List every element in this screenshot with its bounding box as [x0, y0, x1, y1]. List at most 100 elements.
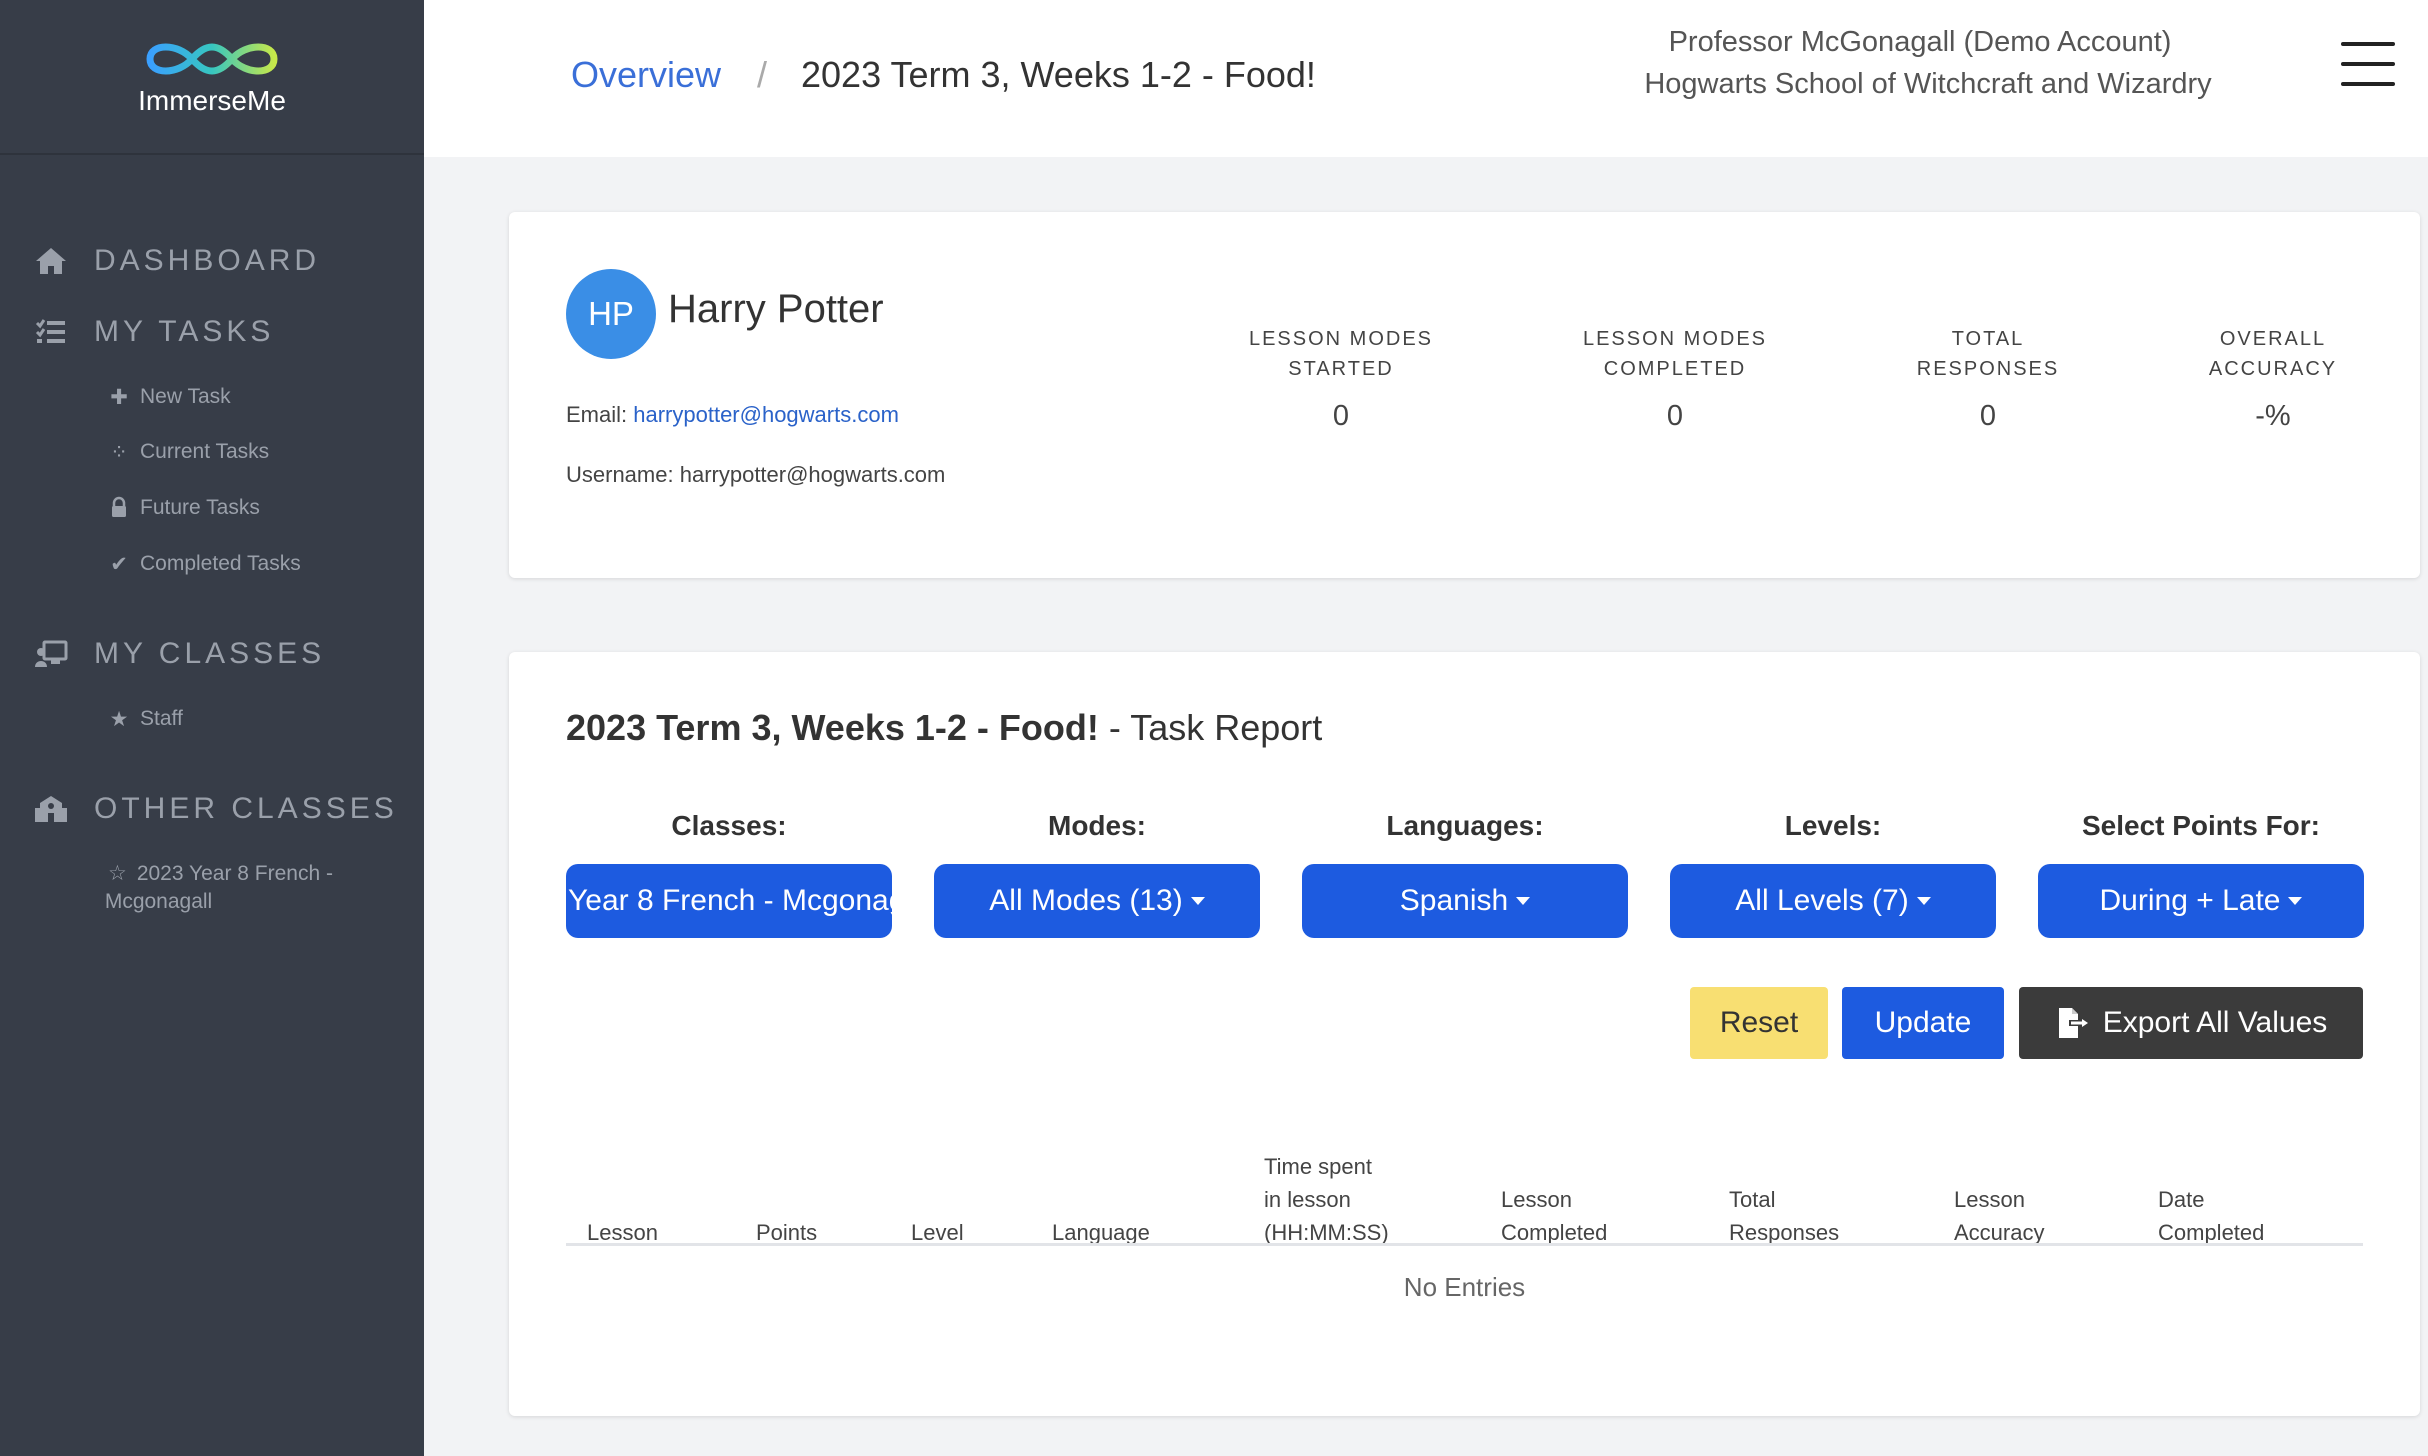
caret-down-icon	[1190, 897, 1205, 905]
modes-dropdown[interactable]: All Modes (13)	[934, 864, 1260, 938]
sidebar-item-other-class[interactable]: ☆ 2023 Year 8 French - Mcgonagall	[104, 860, 378, 916]
sidebar-item-label: 2023 Year 8 French - Mcgonagall	[104, 862, 333, 913]
sidebar-item-label: Future Tasks	[140, 496, 260, 519]
filter-classes: Classes: Year 8 French - Mcgonagall	[566, 810, 892, 938]
stat-value: 0	[1666, 400, 1684, 432]
sidebar-item-my-tasks[interactable]: MY TASKS	[34, 315, 274, 349]
caret-down-icon	[2288, 897, 2303, 905]
report-task-name: 2023 Term 3, Weeks 1-2 - Food!	[566, 707, 1099, 748]
task-list-icon	[35, 319, 65, 343]
dropdown-value: During + Late	[2099, 884, 2281, 917]
student-email: Email: harrypotter@hogwarts.com	[566, 402, 899, 428]
stat-value: -%	[2255, 400, 2291, 432]
filter-label: Levels:	[1784, 810, 1882, 841]
breadcrumb-current: 2023 Term 3, Weeks 1-2 - Food!	[801, 54, 1316, 95]
sidebar-item-completed-tasks[interactable]: ✔ Completed Tasks	[108, 552, 301, 577]
classes-dropdown[interactable]: Year 8 French - Mcgonagall	[566, 864, 892, 938]
points-dropdown[interactable]: During + Late	[2038, 864, 2364, 938]
spinner-icon: ⁘	[110, 441, 128, 464]
star-icon: ★	[109, 708, 129, 731]
immerseme-logo-icon	[146, 43, 278, 74]
stat-label: TOTAL RESPONSES	[1916, 328, 2060, 380]
logo-text: ImmerseMe	[138, 84, 286, 116]
user-name: Professor McGonagall (Demo Account)	[1668, 26, 2172, 58]
sidebar-item-new-task[interactable]: ✚ New Task	[108, 385, 231, 410]
column-header-lesson-accuracy[interactable]: Lesson Accuracy	[1954, 1183, 2044, 1249]
languages-dropdown[interactable]: Spanish	[1302, 864, 1628, 938]
stat-label: OVERALL ACCURACY	[2208, 328, 2338, 380]
school-icon	[35, 796, 67, 822]
report-title: 2023 Term 3, Weeks 1-2 - Food! - Task Re…	[566, 707, 1322, 749]
caret-down-icon	[1516, 897, 1531, 905]
dropdown-value: All Levels (7)	[1735, 884, 1909, 917]
teacher-board-icon	[35, 640, 68, 667]
stat-lesson-modes-completed: LESSON MODES COMPLETED 0	[1545, 324, 1805, 433]
email-label: Email:	[566, 402, 628, 427]
avatar: HP	[566, 269, 656, 359]
sidebar-item-dashboard[interactable]: DASHBOARD	[34, 244, 320, 278]
user-school: Hogwarts School of Witchcraft and Wizard…	[1644, 68, 2212, 100]
plus-icon: ✚	[110, 386, 128, 409]
stat-overall-accuracy: OVERALL ACCURACY -%	[2143, 324, 2403, 433]
sidebar-item-other-classes[interactable]: OTHER CLASSES	[34, 792, 398, 826]
reset-button[interactable]: Reset	[1690, 987, 1828, 1059]
sidebar-item-my-classes[interactable]: MY CLASSES	[34, 637, 325, 671]
filter-levels: Levels: All Levels (7)	[1670, 810, 1996, 938]
breadcrumb-overview-link[interactable]: Overview	[571, 54, 721, 96]
sidebar-item-class-staff[interactable]: ★ Staff	[108, 707, 183, 732]
filter-label: Modes:	[1048, 810, 1146, 841]
empty-state-text: No Entries	[1403, 1272, 1526, 1302]
stat-value: 0	[1979, 400, 1997, 432]
logo[interactable]: ImmerseMe	[0, 0, 424, 155]
report-title-suffix: - Task Report	[1098, 707, 1323, 748]
sidebar-item-current-tasks[interactable]: ⁘ Current Tasks	[108, 440, 269, 465]
column-header-lesson-completed[interactable]: Lesson Completed	[1501, 1183, 1607, 1249]
email-link[interactable]: harrypotter@hogwarts.com	[633, 402, 899, 427]
sidebar-item-label: OTHER CLASSES	[94, 792, 398, 825]
stat-label: LESSON MODES COMPLETED	[1582, 328, 1768, 380]
sidebar-item-label: MY TASKS	[94, 315, 275, 348]
column-header-time-spent[interactable]: Time spent in lesson (HH:MM:SS)	[1264, 1150, 1389, 1249]
username-label: Username:	[566, 462, 674, 487]
stat-lesson-modes-started: LESSON MODES STARTED 0	[1211, 324, 1471, 433]
sidebar-item-label: Completed Tasks	[140, 552, 301, 575]
sidebar-item-label: New Task	[140, 385, 231, 408]
sidebar-item-label: MY CLASSES	[94, 637, 326, 670]
task-report-card: 2023 Term 3, Weeks 1-2 - Food! - Task Re…	[509, 652, 2420, 1416]
filter-label: Select Points For:	[2081, 810, 2321, 841]
levels-dropdown[interactable]: All Levels (7)	[1670, 864, 1996, 938]
sidebar-item-label: Current Tasks	[140, 440, 270, 463]
column-header-date-completed[interactable]: Date Completed	[2158, 1183, 2264, 1249]
student-username: Username: harrypotter@hogwarts.com	[566, 462, 945, 488]
table-divider	[566, 1243, 2363, 1246]
sidebar: ImmerseMe DASHBOARD MY TASKS ✚ New Task …	[0, 0, 424, 1456]
export-all-values-button[interactable]: Export All Values	[2019, 987, 2363, 1059]
home-icon	[36, 248, 66, 274]
sidebar-item-label: DASHBOARD	[94, 244, 321, 277]
dropdown-value: Spanish	[1399, 884, 1509, 917]
filter-label: Languages:	[1386, 810, 1544, 841]
stat-label: LESSON MODES STARTED	[1248, 328, 1434, 380]
check-icon: ✔	[110, 553, 128, 576]
dropdown-value: Year 8 French - Mcgonagall	[568, 884, 892, 917]
export-label: Export All Values	[2102, 1006, 2328, 1039]
top-header: Overview / 2023 Term 3, Weeks 1-2 - Food…	[424, 0, 2428, 157]
username-value: harrypotter@hogwarts.com	[679, 462, 946, 487]
filter-modes: Modes: All Modes (13)	[934, 810, 1260, 938]
stat-total-responses: TOTAL RESPONSES 0	[1858, 324, 2118, 433]
update-button[interactable]: Update	[1842, 987, 2004, 1059]
column-header-total-responses[interactable]: Total Responses	[1729, 1183, 1839, 1249]
student-name: Harry Potter	[668, 287, 884, 331]
file-export-icon	[2058, 1008, 2088, 1038]
filter-languages: Languages: Spanish	[1302, 810, 1628, 938]
hamburger-menu-icon[interactable]	[2341, 42, 2395, 86]
sidebar-item-label: Staff	[140, 707, 183, 730]
dropdown-value: All Modes (13)	[989, 884, 1183, 917]
caret-down-icon	[1916, 897, 1931, 905]
filter-points: Select Points For: During + Late	[2038, 810, 2364, 938]
stat-value: 0	[1332, 400, 1350, 432]
lock-icon	[112, 496, 126, 517]
breadcrumb-separator: /	[757, 54, 768, 95]
filter-label: Classes:	[671, 810, 787, 841]
sidebar-item-future-tasks[interactable]: Future Tasks	[108, 496, 260, 520]
